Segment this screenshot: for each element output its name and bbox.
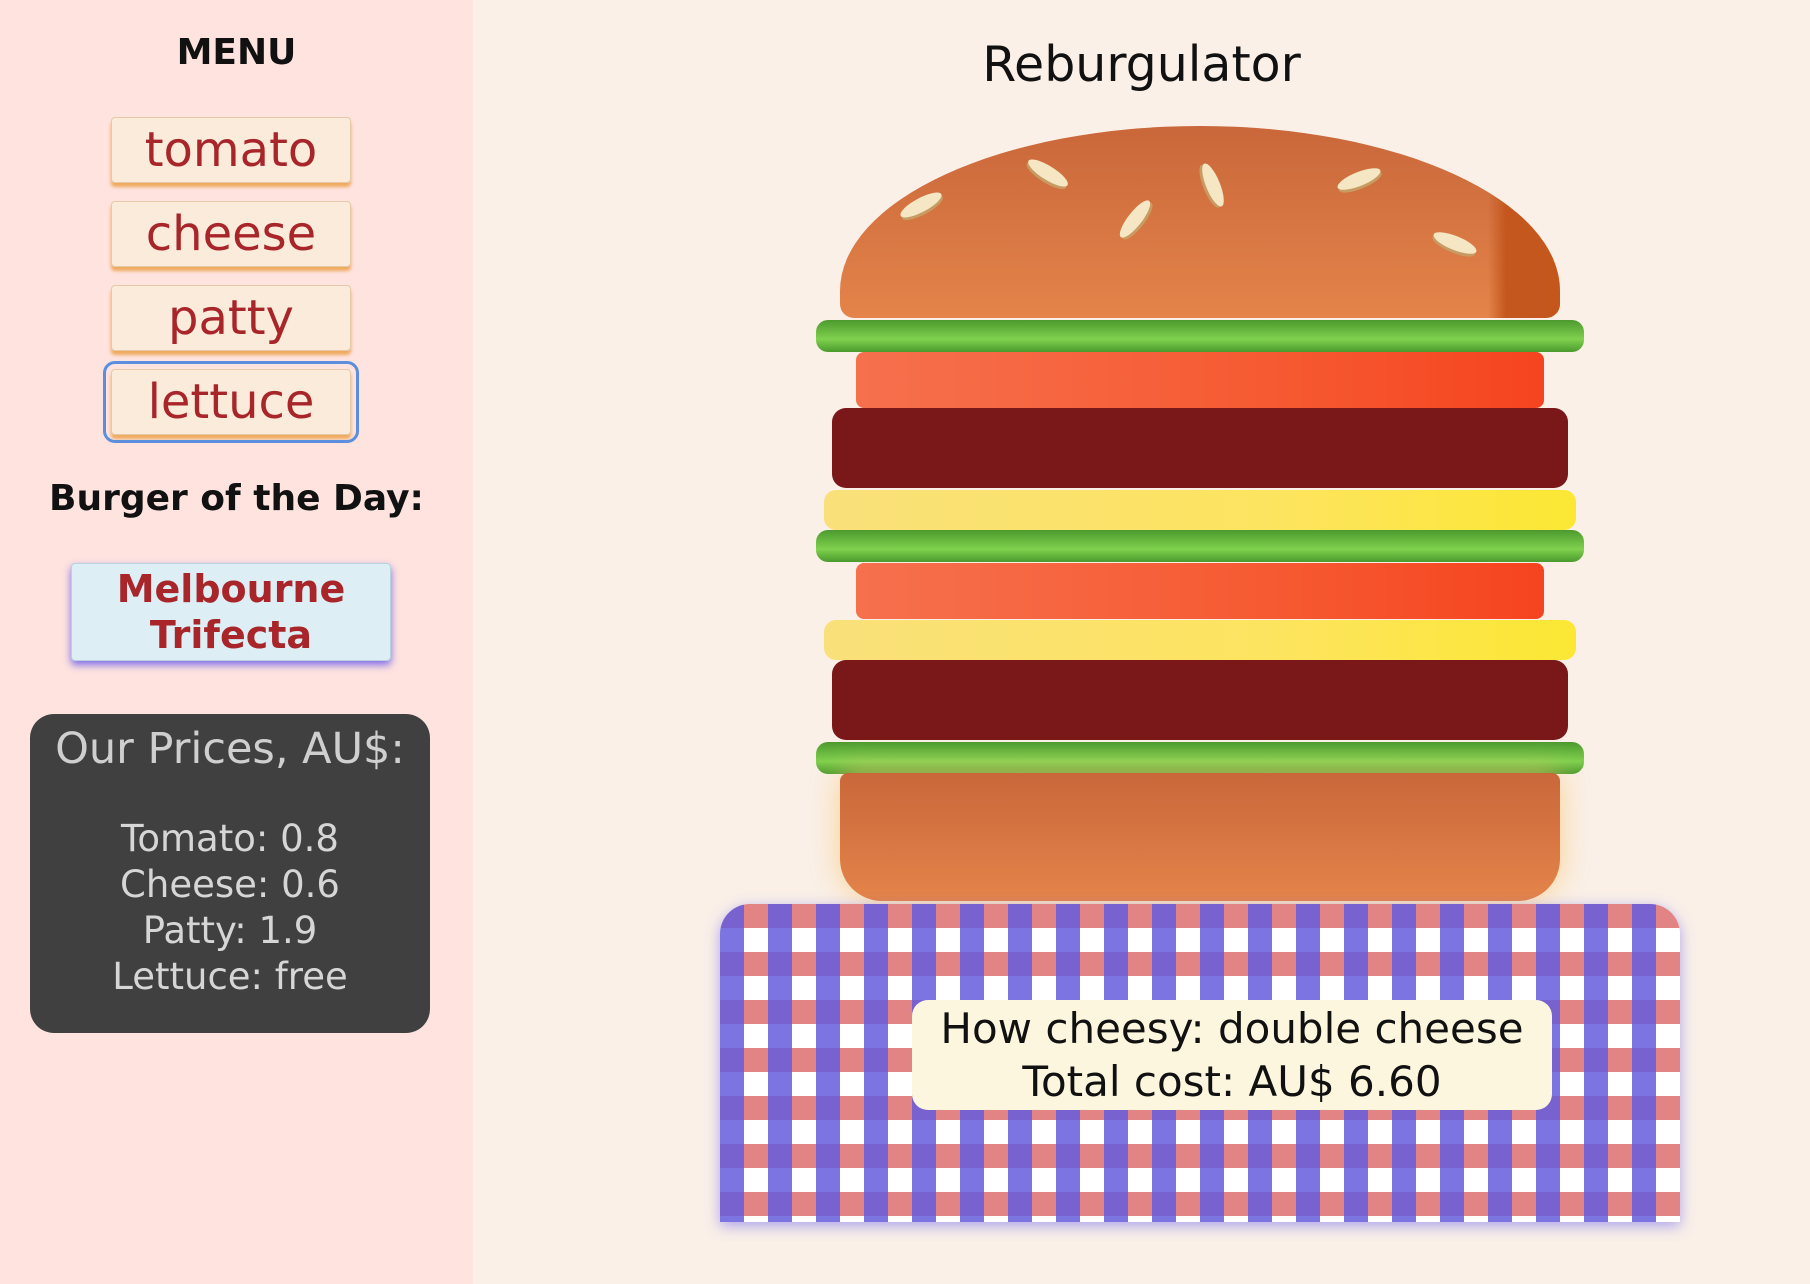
menu-item-cheese[interactable]: cheese xyxy=(111,201,351,267)
sesame-seed xyxy=(1335,163,1383,195)
burger-of-the-day-label: Melbourne Trifecta xyxy=(116,567,346,657)
top-bun xyxy=(840,126,1560,318)
price-tomato: Tomato: 0.8 xyxy=(121,817,339,860)
tomato-layer xyxy=(856,563,1544,619)
patty-layer xyxy=(832,408,1568,488)
price-patty: Patty: 1.9 xyxy=(142,909,318,952)
menu-item-lettuce[interactable]: lettuce xyxy=(103,361,359,443)
sesame-seed xyxy=(897,188,945,222)
prices-list: Tomato: 0.8 Cheese: 0.6 Patty: 1.9 Lettu… xyxy=(30,816,430,1000)
burger-of-the-day-heading: Burger of the Day: xyxy=(49,478,424,519)
sesame-seed xyxy=(1115,196,1155,242)
sesame-seed xyxy=(1024,154,1072,192)
cheese-layer xyxy=(824,490,1576,530)
prices-title: Our Prices, AU$: xyxy=(55,724,405,774)
price-lettuce: Lettuce: free xyxy=(112,955,348,998)
cheesiness-text: How cheesy: double cheese xyxy=(940,1004,1524,1053)
lettuce-layer xyxy=(816,530,1584,562)
price-cheese: Cheese: 0.6 xyxy=(120,863,340,906)
total-cost-text: Total cost: AU$ 6.60 xyxy=(1022,1057,1442,1106)
page-title: Reburgulator xyxy=(982,36,1301,93)
sesame-seed xyxy=(1197,161,1229,209)
bottom-bun xyxy=(840,773,1560,901)
lettuce-layer xyxy=(816,742,1584,774)
sidebar: MENU tomato cheese patty lettuce Burger … xyxy=(0,0,473,1284)
menu-item-patty[interactable]: patty xyxy=(111,285,351,351)
lettuce-layer xyxy=(816,320,1584,352)
patty-layer xyxy=(832,660,1568,740)
tomato-layer xyxy=(856,352,1544,408)
top-bun-rim xyxy=(1440,126,1560,318)
cheese-layer xyxy=(824,620,1576,660)
menu-heading: MENU xyxy=(176,32,297,73)
prices-panel: Our Prices, AU$: Tomato: 0.8 Cheese: 0.6… xyxy=(30,714,430,1033)
result-box: How cheesy: double cheese Total cost: AU… xyxy=(912,1000,1552,1110)
menu-item-tomato[interactable]: tomato xyxy=(111,117,351,183)
burger-of-the-day-button[interactable]: Melbourne Trifecta xyxy=(71,563,391,661)
